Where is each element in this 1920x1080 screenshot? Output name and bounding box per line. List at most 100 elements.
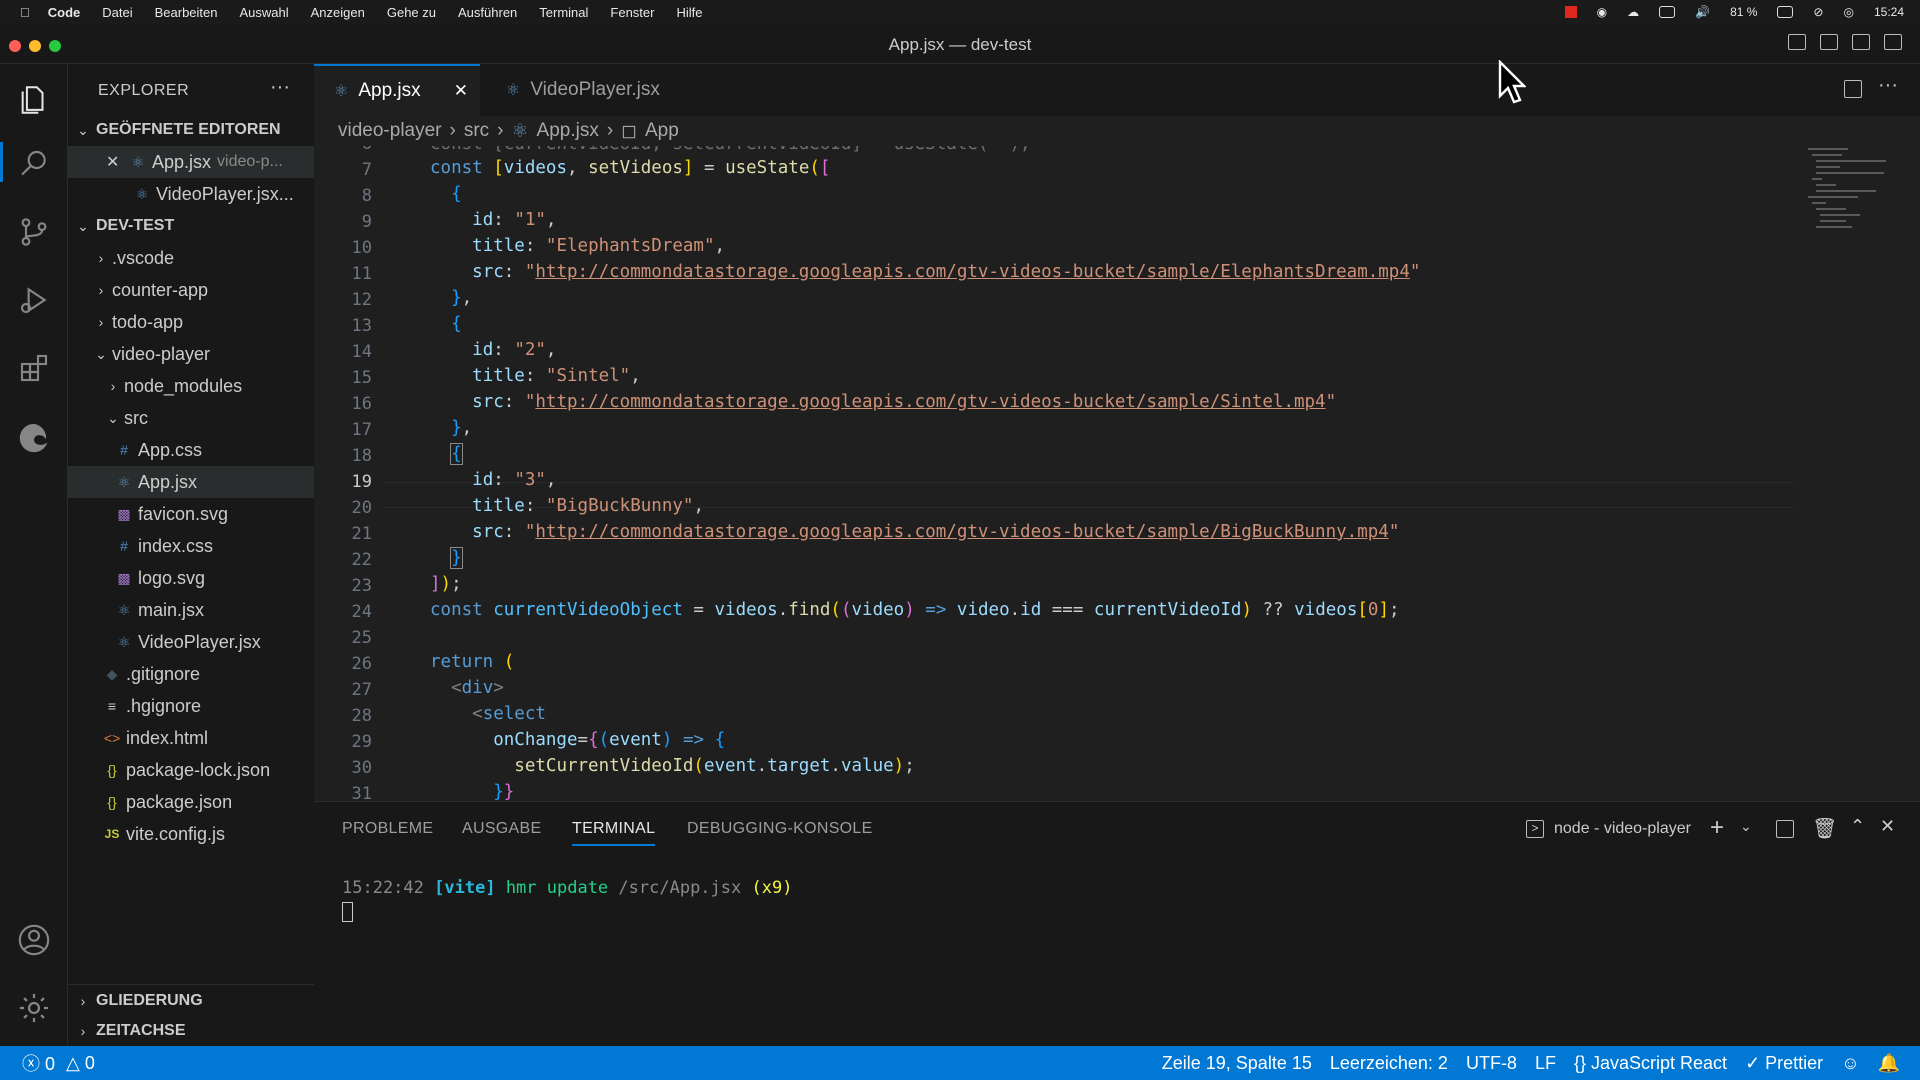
chevron-down-icon[interactable]: ⌄	[1740, 818, 1752, 835]
new-terminal-icon[interactable]: +	[1710, 814, 1724, 842]
tree-item-file[interactable]: {} package-lock.json	[68, 754, 314, 786]
explorer-icon[interactable]	[16, 82, 52, 118]
chevron-right-icon: ›	[606, 120, 614, 141]
menu-terminal[interactable]: Terminal	[539, 5, 588, 20]
maximize-panel-icon[interactable]: ⌃	[1850, 816, 1865, 837]
split-terminal-icon[interactable]	[1776, 820, 1794, 838]
menu-app[interactable]: Code	[48, 5, 81, 20]
explorer-more-icon[interactable]: ···	[270, 76, 290, 99]
tree-item-file[interactable]: # index.css	[68, 530, 314, 562]
battery-icon[interactable]	[1777, 6, 1794, 18]
code-link[interactable]: http://commondatastorage.googleapis.com/…	[535, 262, 1409, 282]
tree-item-file[interactable]: ⚛ App.jsx	[68, 466, 314, 498]
menu-gehe-zu[interactable]: Gehe zu	[387, 5, 436, 20]
volume-icon[interactable]: 🔊	[1695, 5, 1710, 19]
breadcrumb-item[interactable]: App	[645, 120, 679, 142]
outline-section[interactable]: › GLIEDERUNG	[68, 984, 314, 1016]
trash-icon[interactable]: 🗑	[1812, 816, 1837, 841]
open-editor-videoplayer-jsx[interactable]: ⚛ VideoPlayer.jsx...	[68, 178, 314, 210]
breadcrumb-item[interactable]: src	[464, 120, 489, 142]
close-editor-icon[interactable]: ✕	[106, 152, 120, 172]
menu-datei[interactable]: Datei	[102, 5, 132, 20]
record-icon[interactable]	[1564, 6, 1577, 18]
menu-ausfuehren[interactable]: Ausführen	[458, 5, 517, 20]
indentation[interactable]: Leerzeichen: 2	[1330, 1053, 1448, 1074]
tree-item-label: video-player	[112, 343, 211, 364]
close-panel-icon[interactable]: ✕	[1880, 816, 1895, 837]
tree-item-file[interactable]: ◆ .gitignore	[68, 658, 314, 690]
warnings-status[interactable]: △ 0	[66, 1053, 95, 1074]
end-of-line[interactable]: LF	[1535, 1053, 1556, 1074]
wifi-off-icon[interactable]: ⊘	[1813, 5, 1823, 19]
git-file-icon: ◆	[106, 665, 118, 682]
toggle-secondary-sidebar-icon[interactable]	[1852, 34, 1870, 50]
tree-item-file[interactable]: # App.css	[68, 434, 314, 466]
menu-hilfe[interactable]: Hilfe	[676, 5, 702, 20]
search-icon[interactable]	[16, 146, 52, 182]
tab-videoplayer-jsx[interactable]: ⚛ VideoPlayer.jsx	[480, 64, 680, 116]
control-center-icon[interactable]: ◎	[1843, 5, 1853, 19]
cursor-position[interactable]: Zeile 19, Spalte 15	[1162, 1053, 1312, 1074]
menu-auswahl[interactable]: Auswahl	[240, 5, 289, 20]
display-icon[interactable]	[1659, 6, 1676, 18]
terminal-icon: >	[1526, 820, 1544, 838]
terminal-name[interactable]: node - video-player	[1554, 820, 1691, 838]
tab-debugging-konsole[interactable]: DEBUGGING-KONSOLE	[687, 820, 873, 838]
code-link[interactable]: http://commondatastorage.googleapis.com/…	[535, 392, 1325, 412]
feedback-icon[interactable]: ☺	[1841, 1053, 1859, 1074]
edge-devtools-icon[interactable]	[16, 420, 52, 456]
cloud-icon[interactable]: ☁	[1627, 5, 1639, 19]
open-editor-label: VideoPlayer.jsx...	[156, 183, 294, 204]
close-tab-icon[interactable]: ✕	[454, 81, 468, 101]
apple-icon[interactable]: 	[20, 5, 30, 20]
toggle-panel-icon[interactable]	[1820, 34, 1838, 50]
terminal-cursor[interactable]	[342, 902, 353, 922]
menu-fenster[interactable]: Fenster	[610, 5, 654, 20]
tab-ausgabe[interactable]: AUSGABE	[462, 820, 541, 838]
tree-item-folder[interactable]: ⌄ video-player	[68, 338, 314, 370]
status-app-icon[interactable]: ◉	[1597, 5, 1607, 19]
settings-gear-icon[interactable]	[16, 990, 52, 1026]
tree-item-file[interactable]: ⚛ main.jsx	[68, 594, 314, 626]
menu-anzeigen[interactable]: Anzeigen	[311, 5, 365, 20]
run-debug-icon[interactable]	[16, 282, 52, 318]
tree-item-file[interactable]: ▩ logo.svg	[68, 562, 314, 594]
breadcrumb-item[interactable]: video-player	[338, 120, 442, 142]
tree-item-folder[interactable]: › .vscode	[68, 242, 314, 274]
code-link[interactable]: http://commondatastorage.googleapis.com/…	[535, 522, 1388, 542]
open-editor-app-jsx[interactable]: ✕ ⚛ App.jsx video-p...	[68, 146, 314, 178]
tree-item-file[interactable]: ▩ favicon.svg	[68, 498, 314, 530]
timeline-section[interactable]: › ZEITACHSE	[68, 1016, 314, 1046]
tree-item-file[interactable]: JS vite.config.js	[68, 818, 314, 850]
tree-item-folder[interactable]: › counter-app	[68, 274, 314, 306]
code-editor[interactable]: 6 7 8 9 10 11 12 13 14 15 16 17 18 19 20 21 22 23 24 25 26 27…	[314, 146, 1920, 801]
tree-item-file[interactable]: {} package.json	[68, 786, 314, 818]
breadcrumb-item[interactable]: App.jsx	[537, 120, 599, 142]
source-control-icon[interactable]	[16, 214, 52, 250]
notifications-bell-icon[interactable]: 🔔	[1878, 1053, 1900, 1074]
tab-app-jsx[interactable]: ⚛ App.jsx ✕	[314, 64, 480, 116]
tree-item-file[interactable]: <> index.html	[68, 722, 314, 754]
react-file-icon: ⚛	[117, 473, 131, 490]
menu-bearbeiten[interactable]: Bearbeiten	[155, 5, 218, 20]
tree-item-folder[interactable]: ⌄ src	[68, 402, 314, 434]
prettier-status[interactable]: ✓ Prettier	[1745, 1053, 1823, 1074]
language-mode[interactable]: {} JavaScript React	[1574, 1053, 1727, 1074]
tree-item-file[interactable]: ≡ .hgignore	[68, 690, 314, 722]
toggle-sidebar-icon[interactable]	[1788, 34, 1806, 50]
tab-terminal[interactable]: TERMINAL	[572, 820, 656, 846]
errors-status[interactable]: ⓧ 0	[22, 1050, 55, 1076]
minimap[interactable]	[1808, 146, 1898, 236]
customize-layout-icon[interactable]	[1884, 34, 1902, 50]
open-editors-section[interactable]: ⌄ GEÖFFNETE EDITOREN	[68, 114, 314, 146]
editor-more-icon[interactable]: ···	[1878, 74, 1898, 97]
workspace-section[interactable]: ⌄ DEV-TEST	[68, 210, 314, 242]
tab-probleme[interactable]: PROBLEME	[342, 820, 433, 838]
tree-item-folder[interactable]: › node_modules	[68, 370, 314, 402]
tree-item-folder[interactable]: › todo-app	[68, 306, 314, 338]
accounts-icon[interactable]	[16, 922, 52, 958]
encoding[interactable]: UTF-8	[1466, 1053, 1517, 1074]
extensions-icon[interactable]	[16, 350, 52, 386]
split-editor-icon[interactable]	[1844, 80, 1862, 98]
tree-item-file[interactable]: ⚛ VideoPlayer.jsx	[68, 626, 314, 658]
